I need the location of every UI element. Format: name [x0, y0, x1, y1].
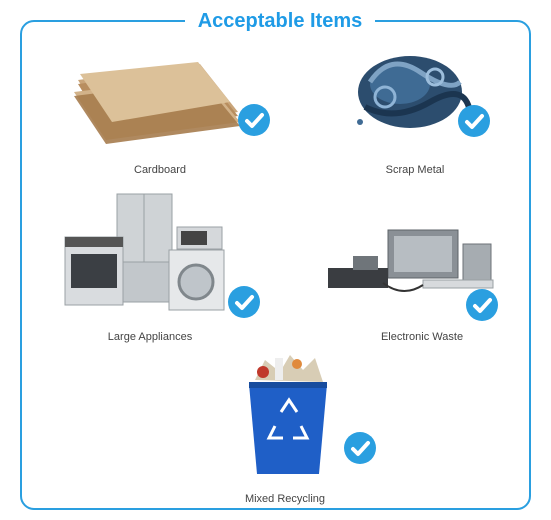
cardboard-image: [74, 62, 240, 144]
recycling-bin-image: [249, 355, 327, 474]
check-circle-icon: [238, 104, 270, 136]
panel-title: Acceptable Items: [185, 6, 375, 36]
item-label-cardboard: Cardboard: [134, 164, 186, 176]
check-circle-icon: [458, 105, 490, 137]
check-circle-icon: [228, 286, 260, 318]
check-circle-icon: [344, 432, 376, 464]
item-label-large-appliances: Large Appliances: [107, 331, 193, 343]
electronics-image: [328, 229, 494, 292]
check-circle-icon: [466, 289, 498, 321]
item-label-mixed-recycling: Mixed Recycling: [244, 493, 326, 505]
item-label-scrap-metal: Scrap Metal: [385, 164, 445, 176]
appliances-image: [64, 193, 225, 311]
item-label-electronic-waste: Electronic Waste: [380, 331, 464, 343]
